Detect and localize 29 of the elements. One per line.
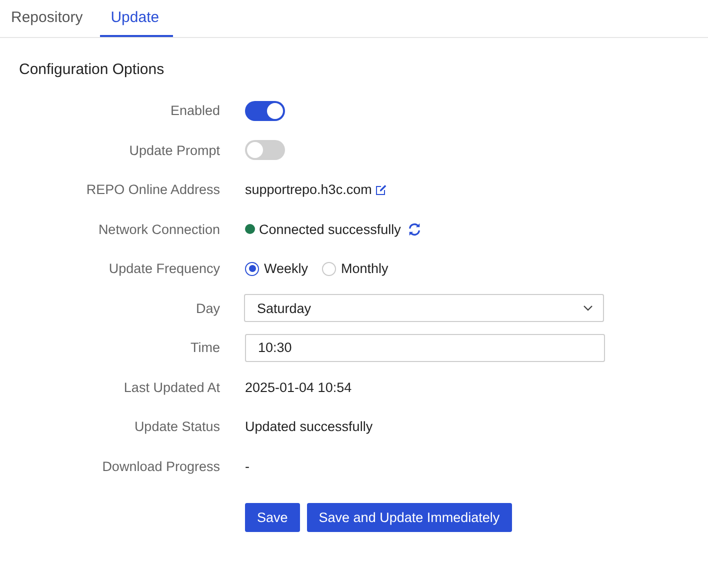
section-title: Configuration Options — [19, 61, 166, 78]
field-label: REPO Online Address — [85, 182, 221, 198]
field-label: Last Updated At — [122, 380, 221, 395]
refresh-icon[interactable] — [406, 222, 422, 237]
time-field[interactable]: 10:30 — [245, 334, 605, 362]
radio-option[interactable]: Monthly — [322, 261, 388, 276]
field-label: Network Connection — [97, 222, 221, 237]
field-label: Day — [194, 300, 221, 316]
value-text: 2025-01-04 10:54 — [245, 380, 352, 395]
field-label: Enabled — [169, 103, 221, 118]
field-label: Update Frequency — [108, 261, 221, 276]
field-label: Update Prompt — [128, 142, 221, 158]
field-label: Time — [190, 340, 221, 356]
save-button[interactable]: Save — [245, 503, 300, 532]
value-text: - — [245, 458, 250, 474]
radio-option[interactable]: Weekly — [245, 261, 308, 276]
tab[interactable]: Repository — [0, 0, 97, 37]
chevron-icon — [583, 305, 593, 312]
toggle-switch[interactable] — [245, 100, 285, 121]
edit-icon[interactable] — [374, 184, 387, 196]
address-text: supportrepo.h3c.com — [245, 182, 372, 198]
value-text: Updated successfully — [245, 419, 373, 434]
day-select[interactable]: Saturday — [244, 294, 604, 322]
toggle-switch[interactable] — [245, 140, 285, 160]
field-label: Download Progress — [101, 458, 221, 474]
status-text: Connected successfully — [259, 222, 401, 237]
field-label: Update Status — [133, 419, 221, 434]
tab[interactable]: Update — [100, 0, 174, 37]
save-update-button[interactable]: Save and Update Immediately — [306, 503, 512, 532]
